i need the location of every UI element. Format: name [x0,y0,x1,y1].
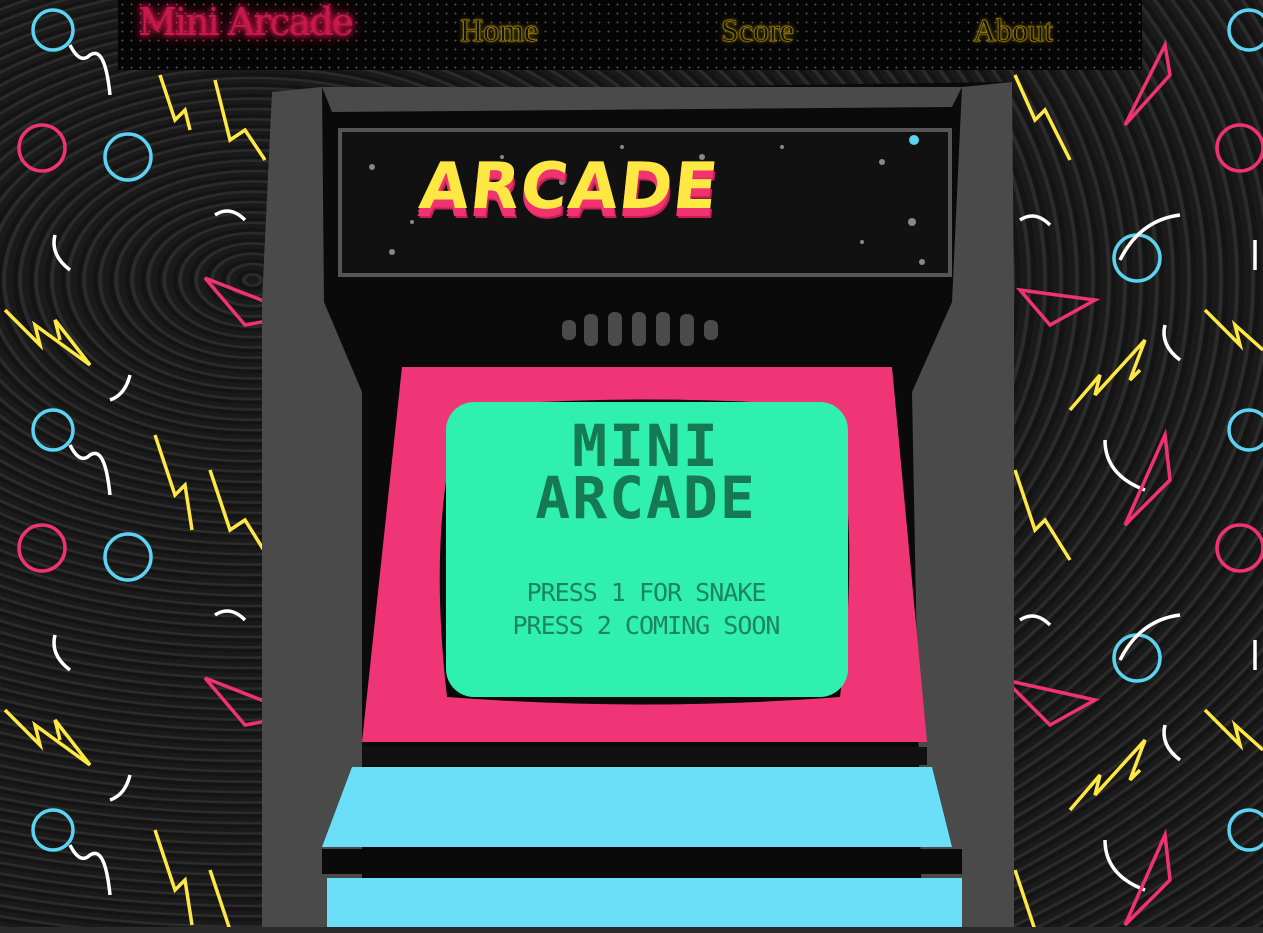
screen-instruction-coming-soon: PRESS 2 COMING SOON [512,611,781,640]
nav-link-score[interactable]: Score [721,12,794,49]
nav-bar: Mini Arcade Home Score About [118,0,1142,70]
nav-link-home[interactable]: Home [460,12,539,49]
horizontal-scrollbar[interactable] [0,927,1263,933]
marquee-title: ARCADE [416,150,723,224]
site-brand[interactable]: Mini Arcade [138,0,354,44]
screen-instruction-snake: PRESS 1 FOR SNAKE [526,578,767,607]
nav-link-about[interactable]: About [973,12,1053,49]
screen-title: MINI ARCADE [535,412,757,532]
